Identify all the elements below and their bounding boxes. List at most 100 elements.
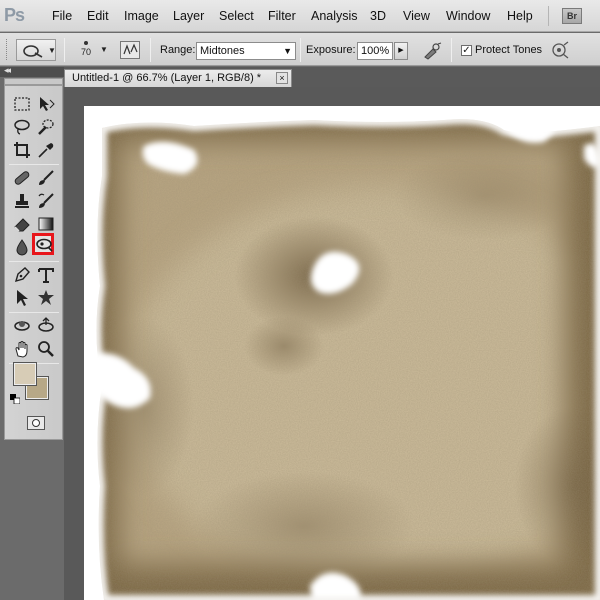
3d-rotate-icon	[14, 321, 30, 331]
history-brush-tool[interactable]	[35, 190, 57, 212]
blur-tool[interactable]	[11, 236, 33, 258]
brush-panel-icon	[123, 43, 138, 55]
menu-window[interactable]: Window	[446, 9, 490, 23]
close-icon[interactable]: ×	[276, 72, 288, 84]
gradient-icon	[38, 217, 54, 231]
quick-mask-icon	[32, 419, 40, 427]
exposure-label: Exposure:	[306, 44, 356, 56]
document-canvas[interactable]	[84, 106, 600, 600]
canvas-area[interactable]	[64, 87, 600, 600]
options-bar: ▼ 70 ▼ Range: Midtones ▼ Exposure: 100% …	[0, 33, 600, 66]
document-title: Untitled-1 @ 66.7% (Layer 1, RGB/8) *	[72, 72, 262, 84]
menu-separator	[548, 6, 549, 26]
menu-help[interactable]: Help	[507, 9, 533, 23]
brush-tool[interactable]	[35, 167, 57, 189]
burn-tool[interactable]	[32, 233, 54, 255]
menu-analysis[interactable]: Analysis	[311, 9, 358, 23]
healing-brush-tool[interactable]	[11, 167, 33, 189]
stamp-icon	[15, 194, 29, 208]
brush-size-value: 70	[80, 47, 91, 57]
menu-edit[interactable]: Edit	[87, 9, 109, 23]
options-separator	[64, 38, 65, 62]
move-icon	[40, 97, 55, 111]
water-drop-icon	[16, 239, 28, 256]
menu-file[interactable]: File	[52, 9, 72, 23]
type-tool[interactable]	[35, 264, 57, 286]
crop-icon	[14, 142, 30, 158]
document-tab-bar: Untitled-1 @ 66.7% (Layer 1, RGB/8) * ×	[64, 67, 600, 87]
clone-stamp-tool[interactable]	[11, 190, 33, 212]
tool-group-divider	[9, 164, 59, 165]
eraser-icon	[14, 218, 30, 232]
tablet-pressure-icon[interactable]	[550, 41, 570, 62]
crop-tool[interactable]	[11, 139, 33, 161]
chevron-down-icon: ▼	[48, 46, 56, 55]
3d-orbit-icon	[38, 317, 54, 332]
menu-filter[interactable]: Filter	[268, 9, 296, 23]
quick-selection-tool[interactable]	[35, 116, 57, 138]
collapse-panel-icon[interactable]: ◂◂	[4, 65, 11, 76]
bandage-icon	[14, 171, 30, 185]
document-tab[interactable]: Untitled-1 @ 66.7% (Layer 1, RGB/8) * ×	[64, 69, 292, 87]
type-icon	[38, 268, 54, 283]
default-colors-icon[interactable]	[10, 394, 20, 404]
pen-icon	[14, 267, 30, 283]
3d-rotate-tool[interactable]	[11, 315, 33, 337]
exposure-slider-toggle[interactable]: ▶	[394, 42, 408, 60]
custom-shape-tool[interactable]	[35, 287, 57, 309]
foreground-color-swatch[interactable]	[13, 362, 37, 386]
range-select[interactable]: Midtones ▼	[196, 42, 296, 60]
menu-select[interactable]: Select	[219, 9, 254, 23]
eyedropper-tool[interactable]	[35, 139, 57, 161]
bridge-button[interactable]: Br	[562, 8, 582, 24]
burn-tool-icon	[36, 238, 53, 252]
lasso-tool[interactable]	[11, 116, 33, 138]
pen-tool[interactable]	[11, 264, 33, 286]
lasso-icon	[14, 119, 30, 135]
range-label: Range:	[160, 44, 196, 56]
tool-preset-picker[interactable]: ▼	[16, 39, 56, 61]
brush-tip-icon	[84, 41, 88, 45]
chevron-down-icon[interactable]: ▼	[100, 45, 108, 54]
tool-group-divider	[9, 312, 59, 313]
hand-icon	[15, 341, 28, 358]
quick-mask-button[interactable]	[27, 416, 45, 430]
protect-tones-label: Protect Tones	[475, 44, 543, 56]
range-value: Midtones	[200, 45, 245, 57]
protect-tones-checkbox[interactable]: ✓	[461, 45, 472, 56]
zoom-tool[interactable]	[35, 338, 57, 360]
arrow-cursor-icon	[17, 290, 28, 306]
brush-preset-picker[interactable]: 70	[74, 37, 98, 63]
options-separator	[451, 38, 452, 62]
marquee-tool[interactable]	[11, 93, 33, 115]
path-selection-tool[interactable]	[11, 287, 33, 309]
options-separator	[150, 38, 151, 62]
history-brush-icon	[38, 193, 54, 208]
menu-3d[interactable]: 3D	[370, 9, 386, 23]
hand-tool[interactable]	[11, 338, 33, 360]
airbrush-icon[interactable]	[422, 42, 442, 63]
exposure-input[interactable]: 100%	[357, 42, 393, 60]
tools-panel-grip[interactable]	[4, 78, 63, 85]
tool-group-divider	[9, 261, 59, 262]
menu-image[interactable]: Image	[124, 9, 159, 23]
magnifier-icon	[38, 341, 54, 357]
parchment-image[interactable]	[84, 106, 600, 600]
marquee-icon	[14, 97, 30, 111]
3d-orbit-tool[interactable]	[35, 315, 57, 337]
move-tool[interactable]	[35, 93, 57, 115]
options-separator	[300, 38, 301, 62]
options-grip[interactable]	[6, 39, 9, 60]
gradient-tool[interactable]	[35, 213, 57, 235]
quick-selection-icon	[38, 119, 54, 135]
eraser-tool[interactable]	[11, 213, 33, 235]
menu-layer[interactable]: Layer	[173, 9, 204, 23]
tools-panel-header: ◂◂	[0, 65, 64, 77]
brush-icon	[39, 170, 54, 185]
menu-bar: Ps File Edit Image Layer Select Filter A…	[0, 0, 600, 32]
menu-view[interactable]: View	[403, 9, 430, 23]
photoshop-logo: Ps	[4, 5, 25, 25]
shape-icon	[38, 290, 54, 305]
eyedropper-icon	[38, 143, 54, 158]
brush-panel-toggle[interactable]	[120, 41, 140, 59]
